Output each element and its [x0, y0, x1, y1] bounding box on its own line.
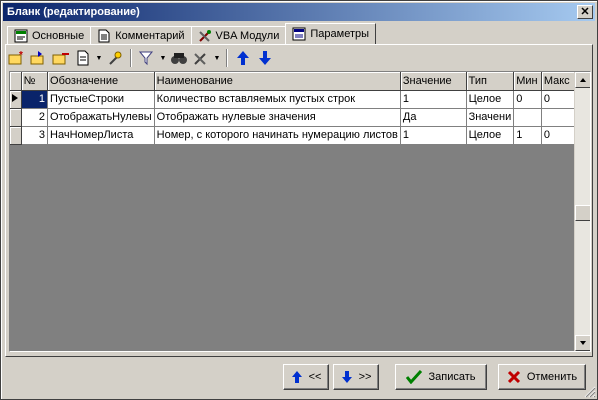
chevron-down-icon[interactable]: ▼ — [95, 48, 103, 68]
cancel-button-label: Отменить — [526, 371, 578, 383]
cell-max[interactable] — [541, 108, 576, 127]
cell-name[interactable]: ОтображатьНулевы — [47, 108, 155, 127]
table-row[interactable]: 3 НачНомерЛиста Номер, с которого начина… — [10, 126, 576, 145]
tab-main-label: Основные — [32, 29, 85, 42]
insert-row-icon[interactable] — [29, 48, 49, 68]
cell-title[interactable]: Номер, с которого начинать нумерацию лис… — [154, 126, 401, 145]
parameters-grid: № Обозначение Наименование Значение Тип … — [9, 71, 591, 352]
save-button[interactable]: Записать — [395, 364, 487, 390]
move-up-icon[interactable] — [233, 48, 253, 68]
filter-icon[interactable] — [137, 48, 157, 68]
arrow-up-icon — [291, 371, 302, 383]
tab-parameters[interactable]: Параметры — [285, 23, 377, 44]
cell-min[interactable] — [513, 108, 542, 127]
cell-max[interactable]: 0 — [541, 126, 576, 145]
cell-value[interactable]: Да — [400, 108, 467, 127]
cell-min[interactable]: 1 — [513, 126, 542, 145]
cell-max[interactable]: 0 — [541, 90, 576, 109]
next-button[interactable]: >> — [333, 364, 379, 390]
parameters-table: № Обозначение Наименование Значение Тип … — [10, 72, 576, 145]
cancel-icon — [507, 370, 520, 384]
cell-type[interactable]: Целое — [466, 90, 515, 109]
table-row[interactable]: 1 ПустыеСтроки Количество вставляемых пу… — [10, 90, 576, 109]
tab-main[interactable]: Основные — [7, 26, 92, 44]
find-icon[interactable] — [169, 48, 189, 68]
tab-vba[interactable]: VBA Модули — [190, 26, 287, 44]
cancel-button[interactable]: Отменить — [498, 364, 586, 390]
cell-type[interactable]: Целое — [466, 126, 515, 145]
toolbar-separator — [130, 49, 132, 67]
cell-name[interactable]: НачНомерЛиста — [47, 126, 155, 145]
previous-button-label: << — [308, 371, 322, 383]
arrow-down-icon — [580, 341, 586, 345]
cell-number[interactable]: 2 — [21, 108, 49, 127]
cell-min[interactable]: 0 — [513, 90, 542, 109]
arrow-up-icon — [580, 78, 586, 82]
tab-parameters-label: Параметры — [310, 28, 370, 40]
column-header[interactable]: № — [21, 72, 49, 91]
arrow-down-icon — [341, 371, 352, 383]
document-icon — [97, 29, 111, 43]
cell-value[interactable]: 1 — [400, 90, 467, 109]
scroll-thumb[interactable] — [575, 205, 590, 221]
settings-icon[interactable] — [105, 48, 125, 68]
title-bar[interactable]: Бланк (редактирование) ✕ — [3, 3, 595, 21]
document-icon[interactable] — [73, 48, 93, 68]
chevron-down-icon[interactable]: ▼ — [213, 48, 221, 68]
tab-comment[interactable]: Комментарий — [90, 26, 192, 44]
window-title: Бланк (редактирование) — [7, 6, 140, 18]
column-header[interactable]: Мин — [513, 72, 542, 91]
button-bar: << >> Записать Отменить — [1, 359, 598, 399]
cell-value[interactable]: 1 — [400, 126, 467, 145]
add-row-icon[interactable]: * — [7, 48, 27, 68]
svg-text:*: * — [19, 50, 23, 61]
column-header[interactable]: Обозначение — [47, 72, 155, 91]
parameters-icon — [292, 27, 306, 41]
toolbar-separator — [226, 49, 228, 67]
grid-viewport: № Обозначение Наименование Значение Тип … — [10, 72, 576, 351]
tab-vba-label: VBA Модули — [215, 29, 280, 42]
resize-grip-icon[interactable] — [584, 386, 596, 398]
scroll-up-button[interactable] — [575, 72, 590, 88]
row-indicator-header — [10, 72, 22, 91]
column-header[interactable]: Макс — [541, 72, 576, 91]
vertical-scrollbar[interactable] — [574, 72, 590, 351]
toolbar: * ▼ ▼ ▼ — [7, 47, 275, 69]
delete-row-icon[interactable] — [51, 48, 71, 68]
tab-strip: Основные Комментарий VBA Модули Параметр… — [7, 23, 377, 44]
cell-title[interactable]: Отображать нулевые значения — [154, 108, 401, 127]
close-icon: ✕ — [580, 5, 590, 18]
column-header[interactable]: Значение — [400, 72, 467, 91]
dialog-window: Бланк (редактирование) ✕ Основные Коммен… — [0, 0, 598, 400]
column-header[interactable]: Тип — [466, 72, 515, 91]
cell-title[interactable]: Количество вставляемых пустых строк — [154, 90, 401, 109]
row-indicator[interactable] — [10, 126, 22, 145]
form-icon — [14, 29, 28, 43]
tab-comment-label: Комментарий — [115, 29, 185, 42]
chevron-down-icon[interactable]: ▼ — [159, 48, 167, 68]
tools-icon[interactable] — [191, 48, 211, 68]
cell-name[interactable]: ПустыеСтроки — [47, 90, 155, 109]
table-row[interactable]: 2 ОтображатьНулевы Отображать нулевые зн… — [10, 108, 576, 127]
close-button[interactable]: ✕ — [577, 5, 593, 19]
tools-icon — [198, 29, 212, 43]
move-down-icon[interactable] — [255, 48, 275, 68]
row-indicator[interactable] — [10, 108, 22, 127]
current-row-indicator[interactable] — [10, 90, 22, 109]
save-button-label: Записать — [428, 371, 476, 383]
table-header-row: № Обозначение Наименование Значение Тип … — [10, 72, 576, 91]
cell-number[interactable]: 3 — [21, 126, 49, 145]
cell-number[interactable]: 1 — [21, 90, 49, 109]
column-header[interactable]: Наименование — [154, 72, 401, 91]
scroll-down-button[interactable] — [575, 335, 590, 351]
row-pointer-icon — [12, 93, 19, 102]
checkmark-icon — [406, 370, 423, 384]
cell-type[interactable]: Значени — [466, 108, 515, 127]
previous-button[interactable]: << — [283, 364, 329, 390]
next-button-label: >> — [358, 371, 372, 383]
